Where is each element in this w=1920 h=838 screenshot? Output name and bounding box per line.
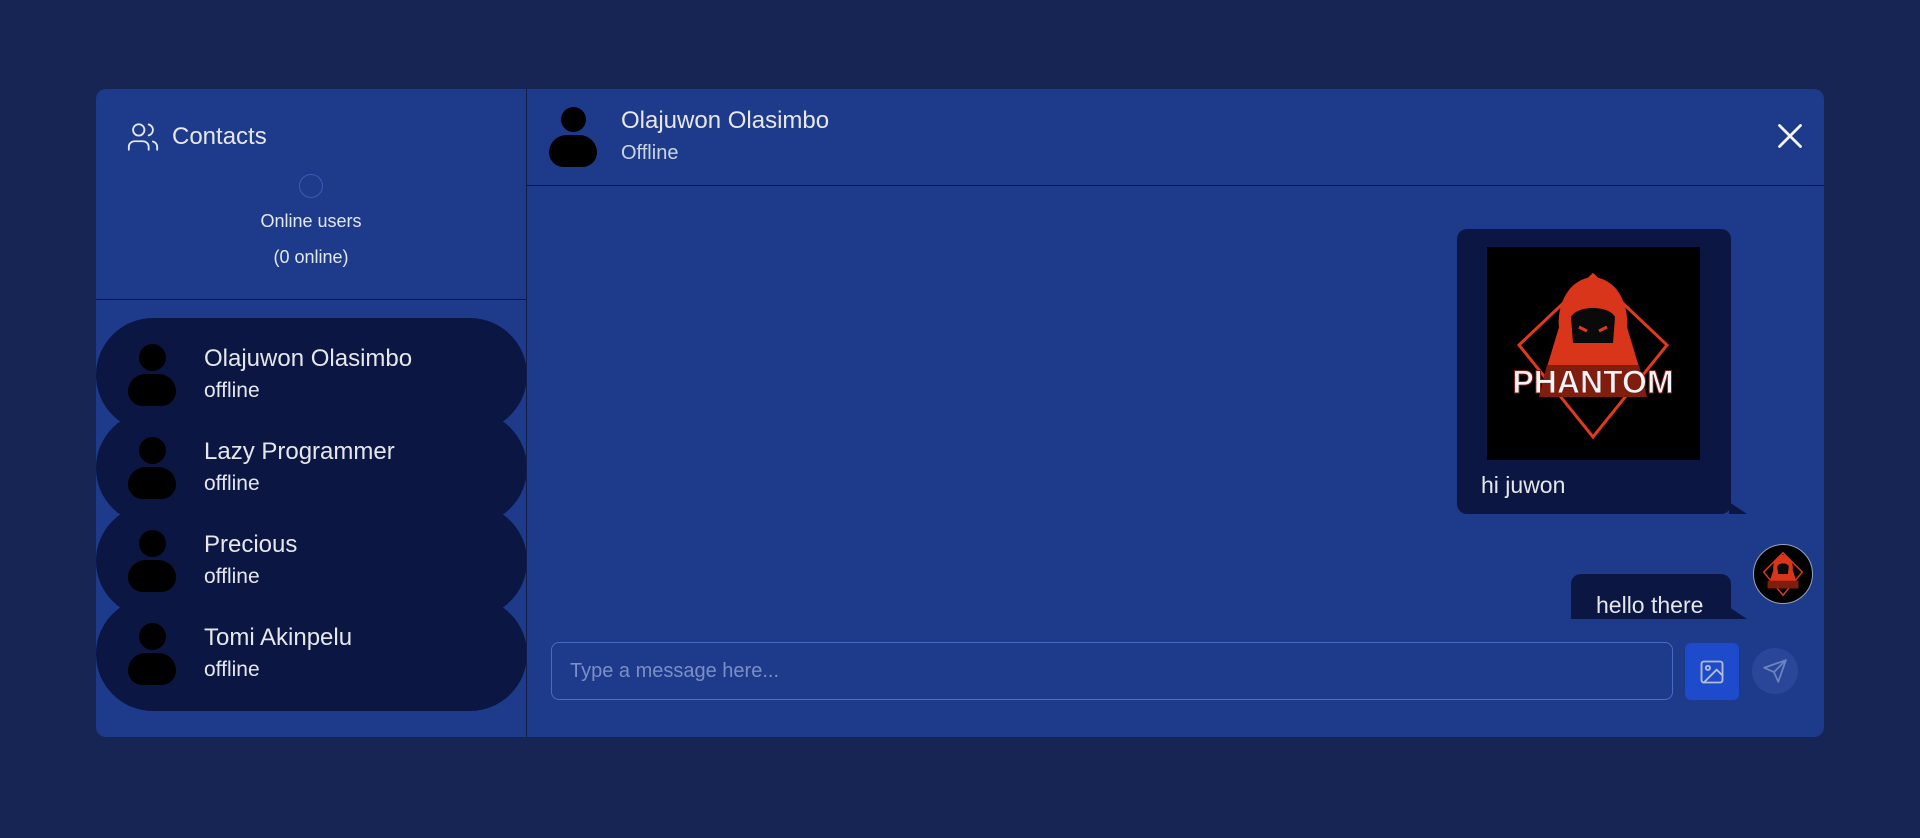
message-text: hello there xyxy=(1596,592,1704,618)
contact-name: Precious xyxy=(204,531,298,558)
contact-name: Tomi Akinpelu xyxy=(204,624,353,651)
message-bubble: PHANTOM hi juwon xyxy=(1457,229,1747,514)
message-composer xyxy=(527,632,1824,712)
avatar xyxy=(126,344,178,406)
contact-status: offline xyxy=(204,472,260,495)
message-image[interactable]: PHANTOM xyxy=(1487,247,1700,460)
avatar xyxy=(126,530,178,592)
sender-avatar xyxy=(1753,544,1813,604)
image-icon xyxy=(1700,660,1724,683)
chat-contact-name: Olajuwon Olasimbo xyxy=(621,107,830,134)
message-text: hi juwon xyxy=(1481,472,1566,498)
contacts-heading: Contacts xyxy=(96,119,526,155)
contact-name: Olajuwon Olasimbo xyxy=(204,345,413,372)
message-list: PHANTOM hi juwon hello there xyxy=(527,187,1824,619)
users-icon xyxy=(127,123,159,151)
online-users-count: (0 online) xyxy=(273,247,349,267)
contact-status: offline xyxy=(204,379,260,402)
message-input[interactable] xyxy=(551,642,1673,700)
message-bubble: hello there xyxy=(1571,574,1747,619)
sidebar-header: Contacts Online users (0 online) xyxy=(96,89,526,300)
send-button[interactable] xyxy=(1752,648,1798,694)
online-users-label: Online users xyxy=(260,211,362,231)
contact-list: Olajuwon Olasimbo offline Lazy Programme… xyxy=(96,300,526,737)
close-icon[interactable] xyxy=(1776,122,1804,150)
avatar xyxy=(126,437,178,499)
contacts-title: Contacts xyxy=(172,123,267,150)
avatar xyxy=(549,107,597,167)
send-icon xyxy=(1763,659,1787,683)
chat-app: Contacts Online users (0 online) Olajuwo… xyxy=(96,89,1824,737)
contact-status: offline xyxy=(204,658,260,681)
contact-name: Lazy Programmer xyxy=(204,438,395,465)
online-indicator xyxy=(299,174,323,198)
svg-text:PHANTOM: PHANTOM xyxy=(1512,364,1673,400)
contact-status: offline xyxy=(204,565,260,588)
sidebar: Contacts Online users (0 online) Olajuwo… xyxy=(96,89,527,737)
chat-header: Olajuwon Olasimbo Offline xyxy=(527,89,1824,186)
avatar xyxy=(126,623,178,685)
contact-item[interactable]: Tomi Akinpelu offline xyxy=(96,597,526,711)
chat-contact-status: Offline xyxy=(621,142,679,164)
attach-image-button[interactable] xyxy=(1685,643,1739,700)
chat-panel: Olajuwon Olasimbo Offline PHANTOM hi juw… xyxy=(527,89,1824,737)
